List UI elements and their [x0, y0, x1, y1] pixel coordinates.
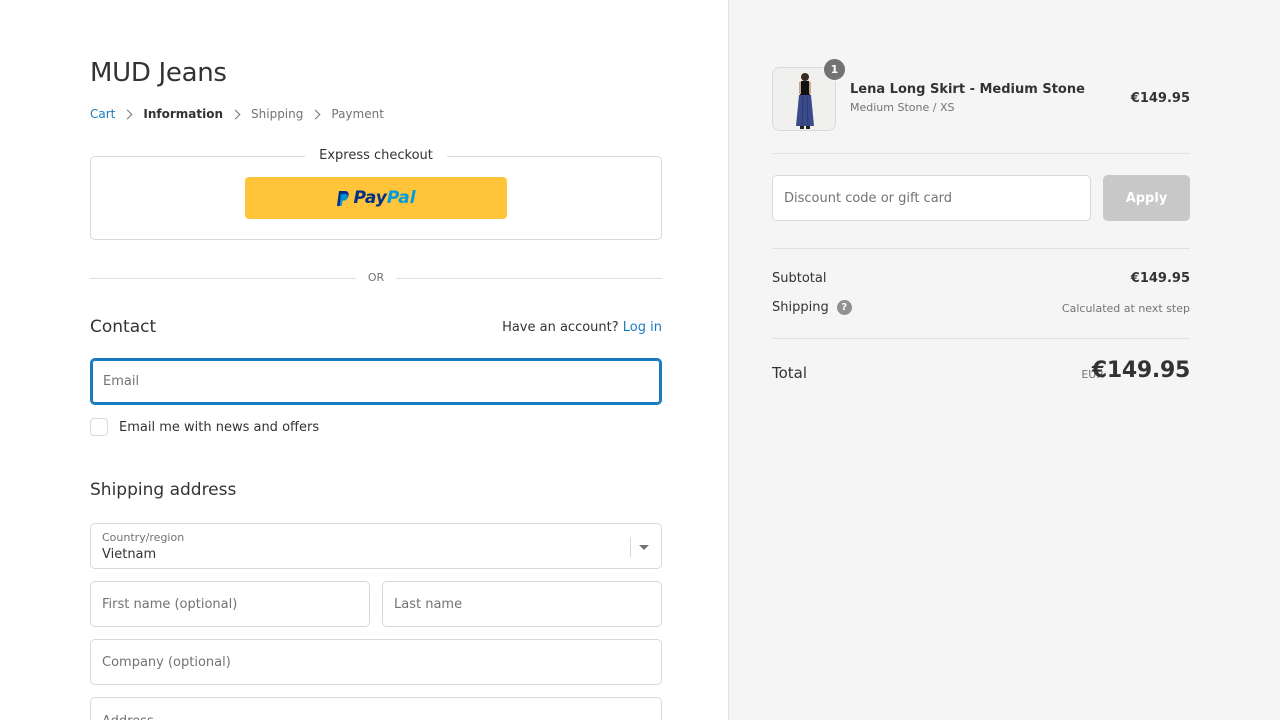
divider-line	[90, 278, 356, 279]
email-input[interactable]	[92, 360, 660, 403]
shipping-value: Calculated at next step	[1061, 302, 1190, 315]
breadcrumb-cart[interactable]: Cart	[90, 107, 115, 121]
select-divider	[630, 537, 631, 557]
last-name-input[interactable]	[383, 582, 661, 626]
subtotal-label: Subtotal	[772, 271, 827, 286]
total-value: €149.95	[1091, 358, 1190, 383]
company-input[interactable]	[91, 640, 661, 684]
discount-field[interactable]	[772, 175, 1091, 221]
store-title[interactable]: MUD Jeans	[90, 58, 227, 88]
summary-divider	[772, 153, 1190, 154]
paypal-button[interactable]: Pay Pal	[245, 177, 507, 219]
email-field[interactable]	[90, 358, 662, 405]
paypal-pay-text: Pay	[353, 188, 387, 208]
paypal-pal-text: Pal	[386, 188, 416, 208]
summary-divider	[772, 338, 1190, 339]
address-input[interactable]	[91, 698, 661, 720]
quantity-badge: 1	[823, 58, 846, 81]
paypal-logo: Pay Pal	[336, 188, 416, 208]
express-checkout: Express checkout Pay Pal	[90, 148, 662, 240]
total-label: Total	[772, 364, 808, 382]
shipping-label: Shipping	[772, 300, 829, 315]
newsletter-label[interactable]: Email me with news and offers	[119, 420, 319, 435]
subtotal-value: €149.95	[1130, 271, 1190, 286]
chevron-right-icon	[230, 109, 241, 119]
order-line-item: 1 Lena Long Skirt - Medium Stone Medium …	[772, 58, 1190, 131]
last-name-field[interactable]	[382, 581, 662, 627]
summary-divider	[772, 248, 1190, 249]
have-account-text: Have an account?	[502, 320, 619, 335]
chevron-down-icon	[639, 545, 649, 550]
product-name: Lena Long Skirt - Medium Stone	[850, 82, 1085, 97]
shipping-label-group: Shipping ?	[772, 300, 852, 315]
or-text: OR	[367, 271, 385, 284]
country-value: Vietnam	[102, 547, 157, 562]
login-link[interactable]: Log in	[623, 320, 662, 335]
express-checkout-title: Express checkout	[305, 148, 447, 163]
checkout-main: MUD Jeans Cart Information Shipping Paym…	[0, 0, 728, 720]
chevron-right-icon	[122, 109, 133, 119]
breadcrumb-information: Information	[143, 107, 224, 121]
first-name-input[interactable]	[91, 582, 369, 626]
or-divider: OR	[90, 271, 662, 285]
country-select[interactable]: Country/region Vietnam	[90, 523, 662, 569]
help-icon[interactable]: ?	[836, 300, 852, 315]
total-row: Total EUR €149.95	[772, 358, 1190, 388]
paypal-icon	[337, 190, 350, 206]
contact-title: Contact	[90, 317, 157, 337]
shipping-address-title: Shipping address	[90, 480, 237, 500]
breadcrumb: Cart Information Shipping Payment	[90, 107, 384, 121]
divider-line	[396, 278, 662, 279]
country-label: Country/region	[102, 531, 185, 544]
first-name-field[interactable]	[90, 581, 370, 627]
breadcrumb-payment: Payment	[331, 107, 384, 121]
account-prompt: Have an account? Log in	[502, 320, 662, 335]
chevron-right-icon	[310, 109, 321, 119]
product-variant: Medium Stone / XS	[850, 101, 955, 114]
apply-button[interactable]: Apply	[1103, 175, 1190, 221]
breadcrumb-shipping: Shipping	[251, 107, 304, 121]
company-field[interactable]	[90, 639, 662, 685]
product-price: €149.95	[1130, 91, 1190, 106]
address-field[interactable]	[90, 697, 662, 720]
newsletter-checkbox[interactable]	[90, 418, 108, 436]
newsletter-checkbox-row[interactable]: Email me with news and offers	[90, 418, 319, 436]
discount-input[interactable]	[773, 176, 1090, 220]
